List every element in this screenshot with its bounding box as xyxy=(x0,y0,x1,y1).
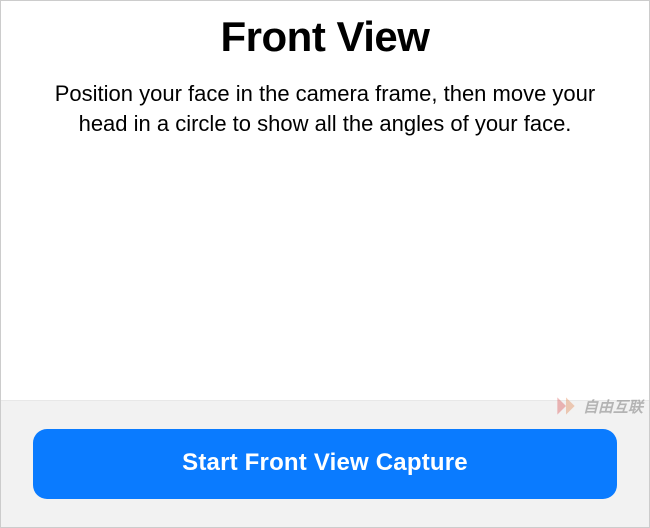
start-capture-button[interactable]: Start Front View Capture xyxy=(33,429,617,499)
instruction-text: Position your face in the camera frame, … xyxy=(45,79,605,138)
footer-area: Start Front View Capture xyxy=(1,400,649,527)
page-title: Front View xyxy=(41,13,609,61)
content-area: Front View Position your face in the cam… xyxy=(1,1,649,400)
